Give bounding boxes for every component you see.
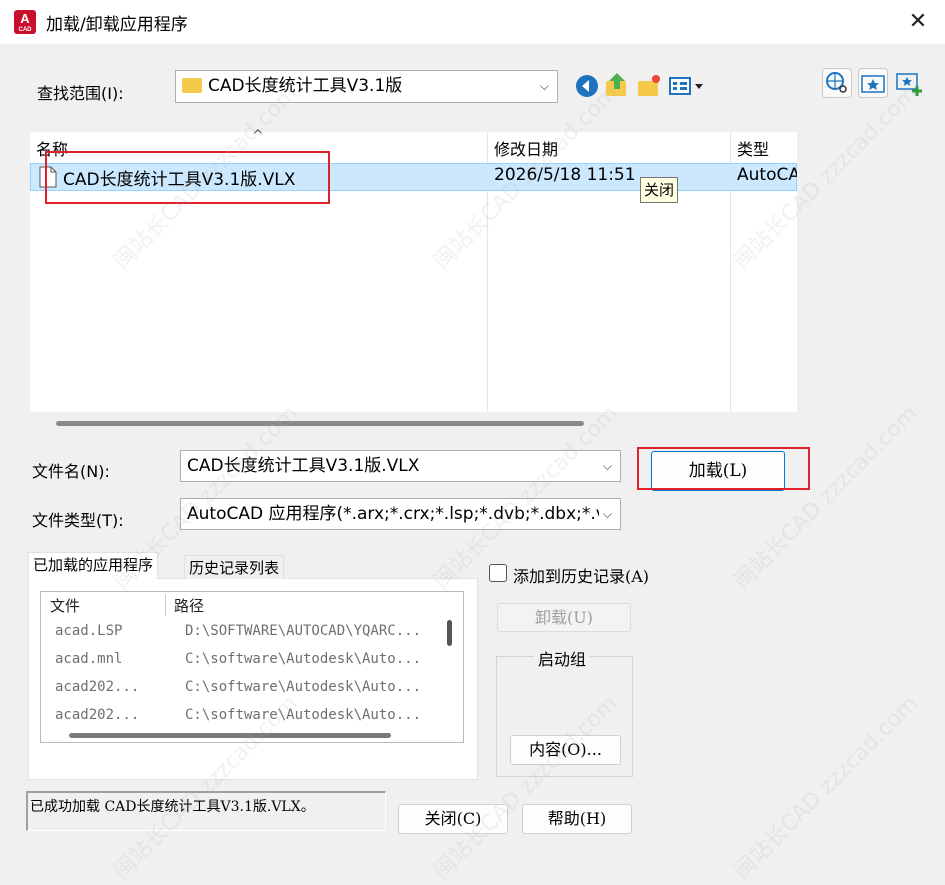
applist-header-file[interactable]: 文件 [50, 595, 80, 616]
filetype-value: AutoCAD 应用程序(*.arx;*.crx;*.lsp;*.dvb;*.d… [187, 504, 606, 524]
file-type: AutoCAD [737, 165, 797, 185]
app-path: D:\SOFTWARE\AUTOCAD\YQARC... [185, 623, 422, 639]
chevron-down-icon: ⌵ [539, 79, 549, 93]
tab-history-list[interactable]: 历史记录列表 [184, 555, 285, 579]
close-icon[interactable]: ✕ [904, 8, 932, 36]
app-file[interactable]: acad.mnl [55, 651, 122, 667]
filename-value: CAD长度统计工具V3.1版.VLX [187, 456, 420, 476]
chevron-down-icon: ⌵ [602, 459, 612, 473]
folder-icon [182, 78, 202, 93]
column-divider [165, 594, 166, 616]
unload-button[interactable]: 卸载(U) [497, 603, 631, 632]
add-to-history-label[interactable]: 添加到历史记录(A) [513, 563, 649, 587]
horizontal-scrollbar[interactable] [56, 421, 584, 426]
filename-label: 文件名(N): [32, 462, 110, 481]
column-header-type[interactable]: 类型 [737, 136, 769, 160]
view-menu-icon[interactable] [668, 73, 708, 99]
sort-ascending-icon: ^ [252, 128, 264, 144]
web-search-icon[interactable] [822, 68, 852, 98]
close-button[interactable]: 关闭(C) [398, 804, 508, 834]
app-path: C:\software\Autodesk\Auto... [185, 707, 422, 723]
new-folder-icon[interactable] [636, 73, 662, 99]
lookin-combobox[interactable]: CAD长度统计工具V3.1版 ⌵ [175, 70, 558, 103]
app-file[interactable]: acad202... [55, 707, 139, 723]
back-icon[interactable] [574, 73, 600, 99]
filetype-combobox[interactable]: AutoCAD 应用程序(*.arx;*.crx;*.lsp;*.dvb;*.d… [180, 498, 621, 530]
contents-button[interactable]: 内容(O)... [510, 735, 621, 765]
app-path: C:\software\Autodesk\Auto... [185, 679, 422, 695]
app-path: C:\software\Autodesk\Auto... [185, 651, 422, 667]
chevron-down-icon: ⌵ [598, 499, 612, 529]
file-modified: 2026/5/18 11:51 [494, 165, 636, 185]
app-file[interactable]: acad.LSP [55, 623, 122, 639]
watermark: 闽站长CAD zzzcad.com [729, 691, 923, 885]
add-to-history-checkbox[interactable] [489, 564, 507, 582]
startup-group-label: 启动组 [534, 646, 591, 670]
lookin-value: CAD长度统计工具V3.1版 [208, 76, 403, 96]
add-favorite-icon[interactable] [894, 68, 924, 98]
up-folder-icon[interactable] [604, 71, 630, 97]
help-button[interactable]: 帮助(H) [522, 804, 632, 834]
tab-loaded-apps[interactable]: 已加载的应用程序 [28, 552, 159, 579]
filename-combobox[interactable]: CAD长度统计工具V3.1版.VLX ⌵ [180, 450, 621, 482]
filetype-label: 文件类型(T): [32, 511, 124, 530]
status-text: 已成功加载 CAD长度统计工具V3.1版.VLX。 [26, 791, 386, 831]
vertical-scrollbar[interactable] [447, 620, 452, 646]
app-file[interactable]: acad202... [55, 679, 139, 695]
tooltip: 关闭 [640, 177, 679, 203]
column-header-modified[interactable]: 修改日期 [494, 136, 558, 160]
lookin-label: 查找范围(I): [37, 84, 124, 103]
favorites-icon[interactable] [858, 68, 888, 98]
highlight-box-load [637, 447, 810, 490]
window-title: 加载/卸载应用程序 [46, 15, 188, 35]
highlight-box-file [45, 151, 330, 204]
horizontal-scrollbar[interactable] [69, 733, 391, 738]
applist-header-path[interactable]: 路径 [174, 595, 204, 616]
autocad-app-icon: A CAD [14, 10, 36, 34]
watermark: 闽站长CAD zzzcad.com [729, 401, 923, 595]
loaded-apps-list[interactable]: 文件 路径 acad.LSP D:\SOFTWARE\AUTOCAD\YQARC… [40, 591, 464, 743]
